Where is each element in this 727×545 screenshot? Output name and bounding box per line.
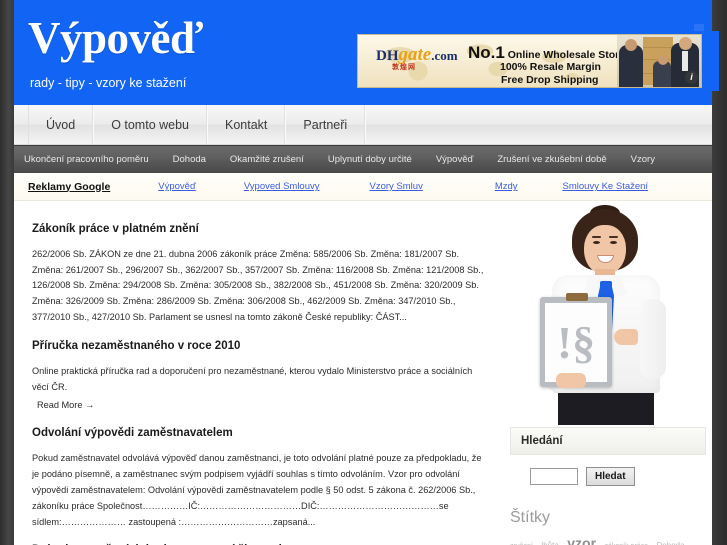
search-form: Hledat xyxy=(510,455,706,486)
dhgate-logo-chinese: 敦煌网 xyxy=(392,64,416,71)
google-ad-link-mzdy[interactable]: Mzdy xyxy=(495,181,518,192)
subnav-item-vypoved[interactable]: Výpověď xyxy=(424,154,486,165)
sidebar-photo-businesswoman: !§ xyxy=(510,203,702,425)
banner-photo-businessmen: i xyxy=(617,35,701,87)
nav-spacer xyxy=(365,105,712,144)
clipboard-paper: !§ xyxy=(545,303,607,382)
woman-arm-right xyxy=(640,299,666,379)
banner-ad[interactable]: DHgate.com 敦煌网 No.1 Online Wholesale Sto… xyxy=(353,31,719,91)
site-tagline: rady - tipy - vzory ke stažení xyxy=(30,76,187,90)
tag-item[interactable]: lhůta xyxy=(541,541,558,545)
page-gutter-left xyxy=(0,0,14,545)
google-ads-label: Reklamy Google xyxy=(28,180,111,193)
search-button[interactable]: Hledat xyxy=(586,467,635,486)
article-body: 262/2006 Sb. ZÁKON ze dne 21. dubna 2006… xyxy=(32,248,484,323)
subnav-item-zruseni-ve-zkusebni-dobe[interactable]: Zrušení ve zkušební době xyxy=(485,154,618,165)
ad-info-icon[interactable]: i xyxy=(685,71,698,84)
tag-cloud: zrušení lhůta vzor zákoník práce Dohoda xyxy=(510,535,706,545)
primary-navigation: Úvod O tomto webu Kontakt Partneři xyxy=(14,105,712,145)
woman-trousers xyxy=(558,389,654,425)
subnav-item-ukonceni-pracovniho-pomeru[interactable]: Ukončení pracovního poměru xyxy=(14,154,161,165)
article-body: Online praktická příručka rad a doporuče… xyxy=(32,365,473,392)
secondary-navigation: Ukončení pracovního poměru Dohoda Okamži… xyxy=(14,146,712,173)
subnav-item-dohoda[interactable]: Dohoda xyxy=(161,154,218,165)
banner-ad-creative[interactable]: DHgate.com 敦煌网 No.1 Online Wholesale Sto… xyxy=(357,34,702,88)
google-ad-link-vypoved-smlouvy[interactable]: Vypoved Smlouvy xyxy=(244,181,320,192)
article: Zákoník práce v platném znění 262/2006 S… xyxy=(32,223,486,326)
google-ad-link-smlouvy-ke-stazeni[interactable]: Smlouvy Ke Stažení xyxy=(563,181,649,192)
banner-headline-no1: No.1 xyxy=(468,43,505,62)
read-more-link[interactable]: Read More → xyxy=(37,400,94,410)
businessman-center-head xyxy=(658,55,668,65)
nav-item-kontakt[interactable]: Kontakt xyxy=(207,105,286,144)
subnav-item-okamzite-zruseni[interactable]: Okamžité zrušení xyxy=(218,154,316,165)
subnav-item-uplynuti-doby-urcite[interactable]: Uplynutí doby určité xyxy=(316,154,424,165)
nav-item-partneri[interactable]: Partneři xyxy=(285,105,366,144)
clipboard-clip xyxy=(566,293,588,301)
woman-hand-holding xyxy=(556,373,586,388)
woman-eye-right xyxy=(610,241,617,244)
woman-eyebrow-right xyxy=(609,236,618,238)
article-title[interactable]: Odvolání výpovědi zaměstnavatelem xyxy=(32,427,486,441)
paragraph-symbol-icon: !§ xyxy=(556,316,596,368)
nav-item-o-tomto-webu[interactable]: O tomto webu xyxy=(93,105,208,144)
google-ad-link-vypoved[interactable]: Výpověď xyxy=(158,181,196,192)
woman-face xyxy=(584,225,626,275)
sidebar: !§ Hledání Hledat Štítky zrušení lhůta v… xyxy=(502,201,712,545)
tag-item[interactable]: vzor xyxy=(567,535,596,545)
article-title[interactable]: Zákoník práce v platném znění xyxy=(32,223,486,237)
search-widget: Hledání Hledat xyxy=(510,427,706,486)
dhgate-logo: DHgate.com xyxy=(376,45,458,65)
google-ad-link-vzory-smluv[interactable]: Vzory Smluv xyxy=(370,181,423,192)
businessman-left xyxy=(619,45,643,87)
page-root: Výpověď rady - tipy - vzory ke stažení D… xyxy=(0,0,727,545)
subnav-item-vzory[interactable]: Vzory xyxy=(619,154,667,165)
content-area: Zákoník práce v platném znění 262/2006 S… xyxy=(14,201,712,545)
google-ads-row: Reklamy Google Výpověď Vypoved Smlouvy V… xyxy=(14,173,712,201)
tags-widget-heading: Štítky xyxy=(510,509,551,526)
dhgate-logo-tld: .com xyxy=(431,48,458,63)
businessman-left-head xyxy=(625,39,637,51)
businessman-right-head xyxy=(679,37,692,50)
main-column: Zákoník práce v platném znění 262/2006 S… xyxy=(14,201,502,545)
banner-line-3: Free Drop Shipping xyxy=(501,74,599,86)
article: Odvolání výpovědi zaměstnavatelem Pokud … xyxy=(32,427,486,530)
search-input[interactable] xyxy=(530,468,578,485)
site-logo[interactable]: Výpověď xyxy=(28,16,203,61)
tag-item[interactable]: Dohoda xyxy=(657,541,685,545)
article-title[interactable]: Příručka nezaměstnaného v roce 2010 xyxy=(32,340,486,354)
woman-hand-pointing xyxy=(614,329,638,345)
banner-line-2: 100% Resale Margin xyxy=(500,61,601,73)
nav-item-uvod[interactable]: Úvod xyxy=(28,105,94,144)
woman-eyebrow-left xyxy=(592,236,601,238)
search-widget-heading: Hledání xyxy=(510,427,706,455)
article-body: Pokud zaměstnavatel odvolává výpověď dan… xyxy=(32,453,482,527)
woman-eye-left xyxy=(593,241,600,244)
article: Příručka nezaměstnaného v roce 2010 Onli… xyxy=(32,340,486,413)
businessman-right-shirt xyxy=(682,51,688,71)
